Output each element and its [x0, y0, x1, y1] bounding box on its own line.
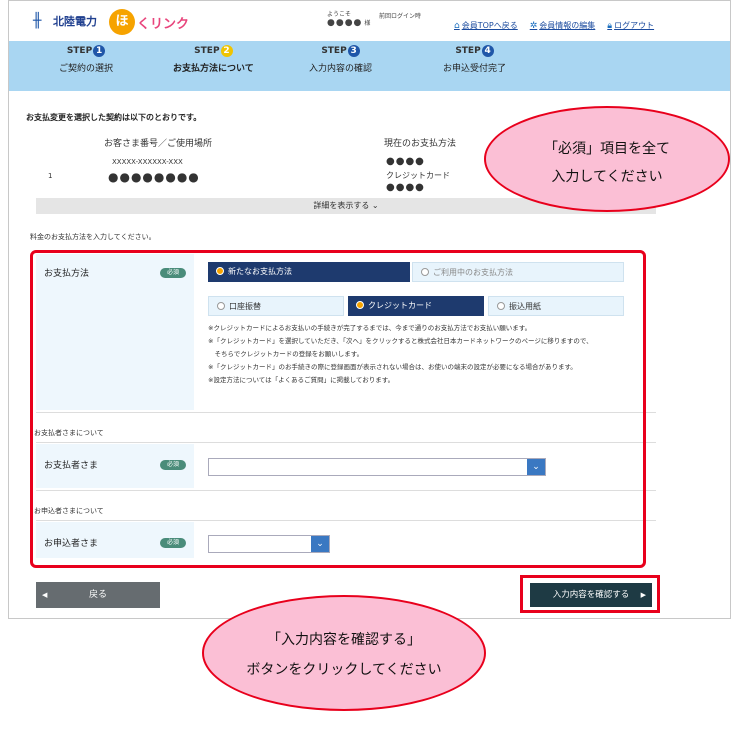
customer-number: XXXXX-XXXXXX-XXX: [112, 158, 183, 166]
step-1: STEP 1 ご契約の選択: [59, 45, 113, 74]
confirm-button[interactable]: 入力内容を確認する ▶: [530, 583, 652, 607]
arrow-left-icon: ◀: [42, 591, 48, 599]
payment-masked-1: ●●●●: [386, 156, 425, 167]
brand-name: 北陸電力: [53, 15, 97, 28]
last-login-label: 前回ログイン時: [379, 13, 422, 20]
user-name: ●●●●: [327, 18, 363, 28]
edit-member-link[interactable]: ✲ 会員情報の編集: [530, 20, 596, 31]
payment-masked-2: ●●●●: [386, 182, 425, 193]
step-3-badge: 3: [347, 45, 360, 57]
col-customer-header: お客さま番号／ご使用場所: [104, 139, 213, 149]
hokuriku-logo[interactable]: ╫ 北陸電力: [33, 13, 97, 29]
contract-section-title: お支払変更を選択した契約は以下のとおりです。: [26, 113, 202, 122]
step-1-badge: 1: [93, 45, 106, 57]
current-payment-method: クレジットカード: [386, 171, 450, 180]
confirm-callout-line2: ボタンをクリックしてください: [246, 662, 442, 678]
required-callout-line2: 入力してください: [551, 169, 663, 185]
required-fields-highlight: [30, 250, 646, 568]
step-1-label: ご契約の選択: [59, 64, 114, 74]
confirm-callout-line1: 「入力内容を確認する」: [267, 632, 421, 648]
back-button[interactable]: ◀ 戻る: [36, 582, 160, 608]
welcome-block: ようこそ ●●●● 様: [327, 11, 370, 28]
step-bar: [9, 85, 730, 91]
confirm-callout: 「入力内容を確認する」 ボタンをクリックしてください: [202, 595, 486, 711]
user-suffix: 様: [364, 20, 371, 27]
payment-instruction: 料金のお支払方法を入力してください。: [30, 233, 156, 241]
hokulink-mark: ほ: [109, 9, 135, 35]
logout-link[interactable]: 🔒︎ ログアウト: [607, 20, 654, 31]
step-4: STEP 4 お申込受付完了: [443, 45, 506, 74]
hokulink-text: くリンク: [137, 16, 190, 32]
required-callout-line1: 「必須」項目を全て: [544, 141, 670, 157]
edit-member-label: 会員情報の編集: [539, 21, 596, 30]
member-top-label: 会員TOPへ戻る: [461, 21, 518, 30]
step-3-prefix: STEP: [321, 46, 347, 56]
lock-icon: 🔒︎: [607, 20, 613, 31]
step-4-prefix: STEP: [455, 46, 481, 56]
step-3-label: 入力内容の確認: [309, 64, 373, 74]
hokulink-logo[interactable]: ほ くリンク: [109, 9, 189, 35]
step-2: STEP 2 お支払方法について: [173, 45, 254, 74]
step-2-label: お支払方法について: [173, 64, 254, 74]
step-4-badge: 4: [481, 45, 494, 57]
step-2-prefix: STEP: [194, 46, 220, 56]
step-2-badge: 2: [220, 45, 233, 57]
col-payment-header: 現在のお支払方法: [384, 139, 457, 149]
logout-label: ログアウト: [614, 21, 655, 30]
step-3: STEP 3 入力内容の確認: [309, 45, 372, 74]
home-icon: ⌂: [454, 20, 460, 31]
step-4-label: お申込受付完了: [443, 64, 507, 74]
gear-icon: ✲: [529, 20, 538, 31]
member-top-link[interactable]: ⌂ 会員TOPへ戻る: [454, 20, 518, 31]
hokuriku-logo-icon: ╫: [33, 13, 42, 29]
back-label: 戻る: [88, 590, 107, 600]
contract-row-number: 1: [48, 172, 53, 180]
arrow-right-icon: ▶: [640, 591, 646, 599]
step-1-prefix: STEP: [66, 46, 93, 56]
step-indicator: STEP 1 ご契約の選択 STEP 2 お支払方法について STEP 3 入力内容の…: [9, 41, 730, 85]
customer-place: ●●●●●●●●: [108, 170, 200, 184]
confirm-label: 入力内容を確認する: [552, 590, 630, 600]
required-callout: 「必須」項目を全て 入力してください: [484, 106, 730, 212]
header-links: ⌂ 会員TOPへ戻る ✲ 会員情報の編集 🔒︎ ログアウト: [454, 20, 666, 31]
